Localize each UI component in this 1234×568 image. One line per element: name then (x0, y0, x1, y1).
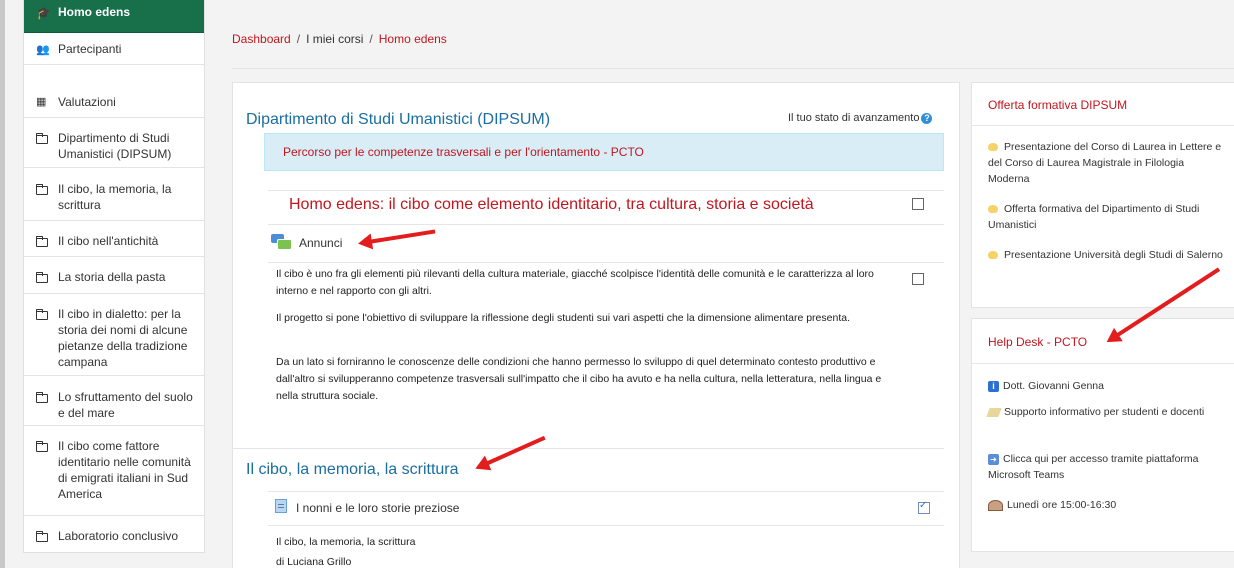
enter-arrow-icon: ➜ (988, 453, 999, 465)
link-icon (988, 205, 998, 214)
sidebar-item-label: Il cibo nell'antichità (58, 234, 159, 248)
sidebar-item-label: Laboratorio conclusivo (58, 529, 179, 543)
table-icon: ▦ (36, 96, 47, 108)
help-desk-block: Help Desk - PCTO i Dott. Giovanni Genna S… (971, 318, 1234, 552)
link-label: Presentazione Università degli Studi di … (1004, 249, 1223, 261)
section-title-dipsum[interactable]: Dipartimento di Studi Umanistici (DIPSUM… (246, 111, 550, 129)
info-icon: i (988, 380, 999, 392)
hours-label: Lunedì ore 15:00-16:30 (1007, 499, 1117, 511)
folder-icon (36, 184, 48, 195)
announcements-link[interactable]: Annunci (299, 236, 342, 250)
sidebar-item-cibo-antichita[interactable]: Il cibo nell'antichità (24, 221, 204, 257)
graduation-cap-icon: 🎓 (36, 6, 51, 20)
sidebar-item-label: Valutazioni (58, 95, 116, 109)
offerta-link-corso-laurea[interactable]: Presentazione del Corso di Laurea in Let… (988, 139, 1228, 187)
breadcrumb: Dashboard / I miei corsi / Homo edens (232, 32, 447, 46)
sidebar-item-partecipanti[interactable]: 👥 Partecipanti (24, 33, 204, 65)
divider (268, 224, 944, 225)
progress-label: Il tuo stato di avanzamento (788, 112, 920, 124)
link-label: Offerta formativa del Dipartimento di St… (988, 203, 1200, 231)
teams-label: Clicca qui per accesso tramite piattafor… (988, 453, 1199, 481)
offerta-formativa-block: Offerta formativa DIPSUM Presentazione d… (971, 82, 1234, 308)
window-edge (0, 0, 5, 568)
course-sidebar: 🎓 Homo edens 👥 Partecipanti ▦ Valutazion… (23, 0, 205, 553)
section-title-cibo-memoria[interactable]: Il cibo, la memoria, la scrittura (246, 461, 459, 479)
users-icon: 👥 (36, 44, 50, 56)
divider (268, 190, 944, 191)
link-icon (988, 143, 998, 152)
sidebar-item-valutazioni[interactable]: ▦ Valutazioni (24, 85, 204, 118)
sidebar-item-storia-pasta[interactable]: La storia della pasta (24, 257, 204, 294)
resource-subtitle: Il cibo, la memoria, la scrittura (276, 536, 416, 548)
breadcrumb-separator: / (369, 32, 373, 46)
pcto-alert: Percorso per le competenze trasversali e… (264, 133, 944, 171)
completion-checkbox-checked[interactable] (918, 500, 930, 514)
sidebar-item-label: Dipartimento di Studi Umanistici (DIPSUM… (58, 131, 172, 161)
sidebar-item-emigrati[interactable]: Il cibo come fattore identitario nelle c… (24, 426, 204, 516)
breadcrumb-courses[interactable]: I miei corsi (306, 32, 363, 46)
block-divider (972, 363, 1234, 364)
offerta-link-universita[interactable]: Presentazione Università degli Studi di … (988, 247, 1228, 263)
support-link[interactable]: Supporto informativo per studenti e doce… (986, 404, 1228, 420)
progress-status: Il tuo stato di avanzamento? (788, 112, 933, 124)
folder-icon (36, 441, 48, 452)
folder-icon (36, 133, 48, 144)
topic-title: Homo edens: il cibo come elemento identi… (289, 196, 814, 213)
forum-icon (271, 234, 292, 250)
offerta-link-dipartimento[interactable]: Offerta formativa del Dipartimento di St… (988, 201, 1228, 233)
help-icon[interactable]: ? (921, 112, 933, 124)
breadcrumb-dashboard-link[interactable]: Dashboard (232, 32, 291, 46)
support-label: Supporto informativo per studenti e doce… (1004, 406, 1205, 418)
sidebar-item-label: Il cibo come fattore identitario nelle c… (58, 439, 191, 501)
folder-icon (36, 392, 48, 403)
sidebar-item-homo-edens[interactable]: 🎓 Homo edens (24, 0, 204, 33)
pencil-icon (986, 407, 1002, 417)
teams-link[interactable]: ➜ Clicca qui per accesso tramite piattafo… (988, 451, 1228, 483)
sidebar-item-cibo-dialetto[interactable]: Il cibo in dialetto: per la storia dei n… (24, 294, 204, 376)
description-paragraph: Il progetto si pone l'obiettivo di svilu… (276, 312, 850, 324)
description-paragraph: Da un lato si forniranno le conoscenze d… (276, 356, 882, 402)
sidebar-item-laboratorio[interactable]: Laboratorio conclusivo (24, 516, 204, 552)
section-divider (232, 448, 944, 449)
sidebar-item-label: Il cibo in dialetto: per la storia dei n… (58, 307, 188, 369)
link-label: Presentazione del Corso di Laurea in Let… (988, 141, 1222, 185)
divider (268, 262, 944, 263)
sidebar-item-label: La storia della pasta (58, 270, 166, 284)
breadcrumb-separator: / (296, 32, 301, 46)
resource-link[interactable]: I nonni e le loro storie preziose (296, 501, 459, 515)
contact-name: i Dott. Giovanni Genna (988, 378, 1228, 394)
clock-icon (988, 499, 1003, 511)
sidebar-item-label: Partecipanti (58, 42, 122, 56)
block-title: Help Desk - PCTO (988, 335, 1088, 349)
divider (268, 525, 944, 526)
link-icon (988, 251, 998, 260)
sidebar-item-label: Homo edens (58, 5, 131, 19)
description-paragraph: Il cibo è uno fra gli elementi più rilev… (276, 268, 874, 297)
folder-icon (36, 236, 48, 247)
block-divider (972, 125, 1234, 126)
sidebar-item-cibo-memoria[interactable]: Il cibo, la memoria, la scrittura (24, 168, 204, 221)
sidebar-item-dipsum[interactable]: Dipartimento di Studi Umanistici (DIPSUM… (24, 118, 204, 168)
sidebar-item-label: Lo sfruttamento del suolo e del mare (58, 390, 193, 420)
folder-icon (36, 531, 48, 542)
page-icon (275, 499, 287, 513)
resource-author: di Luciana Grillo (276, 556, 352, 568)
completion-checkbox[interactable] (912, 273, 924, 285)
block-title: Offerta formativa DIPSUM (988, 98, 1128, 112)
header-divider (232, 68, 1234, 69)
office-hours: Lunedì ore 15:00-16:30 (988, 497, 1228, 513)
sidebar-item-label: Il cibo, la memoria, la scrittura (58, 182, 172, 212)
sidebar-item-sfruttamento[interactable]: Lo sfruttamento del suolo e del mare (24, 376, 204, 426)
contact-label: Dott. Giovanni Genna (1003, 380, 1104, 392)
breadcrumb-current-link[interactable]: Homo edens (379, 32, 447, 46)
divider (268, 491, 944, 492)
folder-icon (36, 272, 48, 283)
folder-icon (36, 309, 48, 320)
completion-checkbox[interactable] (912, 198, 924, 210)
